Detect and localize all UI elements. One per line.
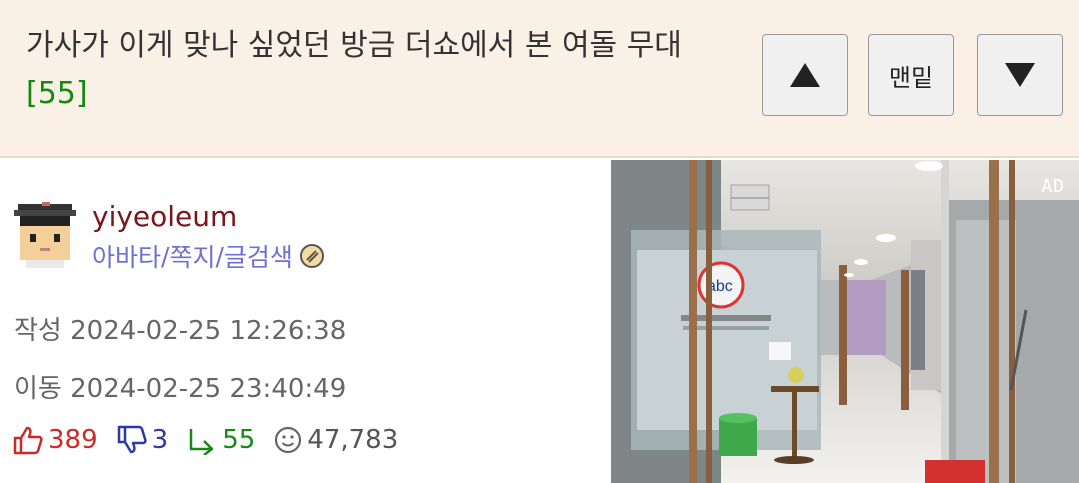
- author-username[interactable]: yiyeoleum: [92, 200, 237, 233]
- moved-date: 2024-02-25 23:40:49: [70, 374, 347, 404]
- post-info: yiyeoleum 아바타 / 쪽지 / 글검색 작성 2024-02-25 12:26…: [0, 160, 610, 483]
- reply-stat[interactable]: 55: [186, 425, 255, 455]
- reply-count-stat: 55: [222, 425, 256, 455]
- post-title: 가사가 이게 맞나 싶었던 방금 더쇼에서 본 여돌 무대 [55]: [26, 22, 716, 118]
- reply-arrow-icon: [189, 429, 214, 455]
- written-label: 작성: [14, 316, 62, 346]
- dislike-stat[interactable]: 3: [116, 425, 169, 455]
- author-links: 아바타 / 쪽지 / 글검색: [92, 238, 325, 274]
- post-search-link[interactable]: 글검색: [224, 238, 293, 274]
- thumbs-up-icon: [13, 426, 43, 455]
- written-date-row: 작성 2024-02-25 12:26:38: [14, 310, 346, 347]
- scroll-up-button[interactable]: [762, 34, 848, 116]
- ad-hallway-image: abc: [611, 160, 1079, 483]
- post-header: 가사가 이게 맞나 싶었던 방금 더쇼에서 본 여돌 무대 [55] 맨밑: [0, 0, 1079, 158]
- avatar-graduate-icon: [12, 202, 78, 268]
- ad-banner[interactable]: abc AD: [611, 160, 1079, 483]
- avatar-link[interactable]: 아바타: [92, 238, 161, 274]
- member-badge-icon: [299, 243, 325, 269]
- like-stat[interactable]: 389: [12, 425, 98, 455]
- thumbs-down-icon: [117, 425, 147, 454]
- view-stat: 47,783: [273, 425, 398, 455]
- post-stats: 389 3 55 47,783: [12, 425, 416, 455]
- view-count: 47,783: [307, 425, 399, 455]
- link-separator: /: [161, 241, 170, 271]
- reply-count: [55]: [26, 76, 88, 111]
- triangle-down-icon: [1005, 63, 1035, 87]
- written-date: 2024-02-25 12:26:38: [70, 316, 347, 346]
- scroll-down-button[interactable]: [977, 34, 1063, 116]
- moved-label: 이동: [14, 374, 62, 404]
- go-bottom-button[interactable]: 맨밑: [868, 34, 954, 116]
- link-separator: /: [215, 241, 224, 271]
- smiley-view-icon: [275, 426, 302, 454]
- avatar[interactable]: [12, 202, 78, 268]
- message-link[interactable]: 쪽지: [169, 238, 215, 274]
- triangle-up-icon: [790, 63, 820, 87]
- go-bottom-label: 맨밑: [888, 63, 934, 92]
- like-count: 389: [48, 425, 98, 455]
- post-title-text: 가사가 이게 맞나 싶었던 방금 더쇼에서 본 여돌 무대: [26, 28, 682, 63]
- ad-label: AD: [1041, 176, 1065, 197]
- moved-date-row: 이동 2024-02-25 23:40:49: [14, 368, 346, 405]
- dislike-count: 3: [151, 425, 169, 455]
